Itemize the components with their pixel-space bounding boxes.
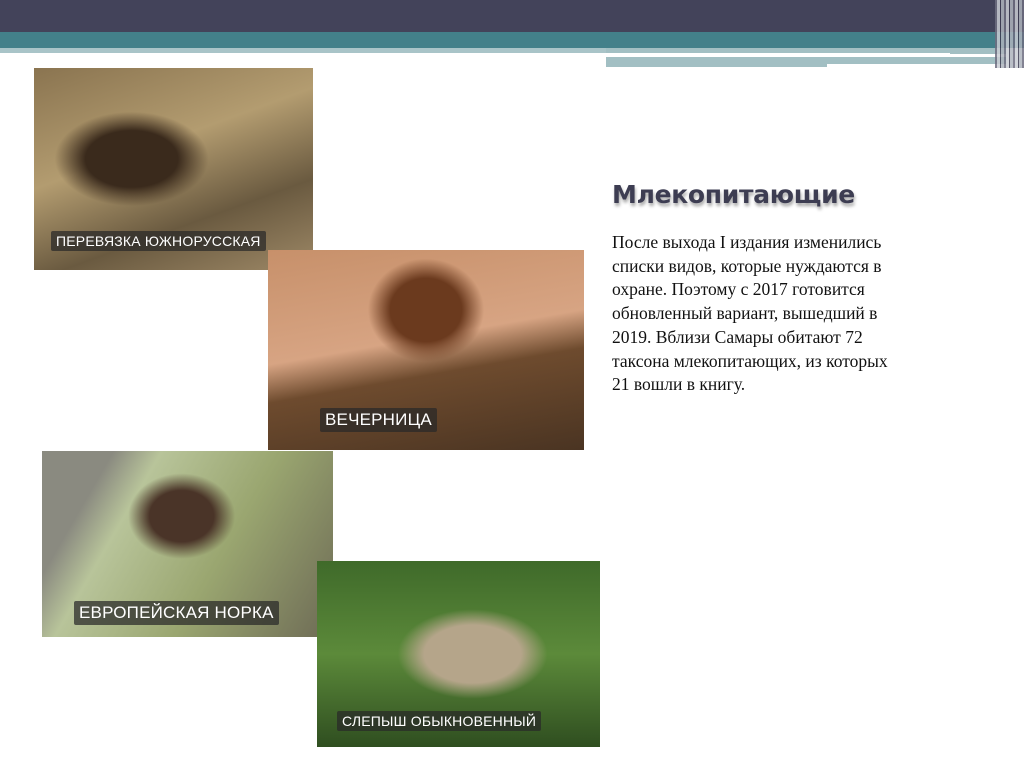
- body-line: списки видов, которые нуждаются в: [612, 255, 882, 276]
- header-dark-band: [0, 0, 1024, 32]
- photo-caption: ПЕРЕВЯЗКА ЮЖНОРУССКАЯ: [51, 231, 266, 251]
- photo-mole-rat: СЛЕПЫШ ОБЫКНОВЕННЫЙ: [317, 561, 600, 747]
- slide-body-text: После выхода I издания изменились списки…: [612, 231, 982, 397]
- photo-caption: ЕВРОПЕЙСКАЯ НОРКА: [74, 601, 279, 625]
- header-stripes: [995, 0, 1024, 68]
- photo-caption: ВЕЧЕРНИЦА: [320, 408, 437, 432]
- body-line: 21 вошли в книгу.: [612, 374, 746, 395]
- photo-marbled-polecat: ПЕРЕВЯЗКА ЮЖНОРУССКАЯ: [34, 68, 313, 270]
- body-line: обновленный вариант, вышедший в: [612, 303, 878, 324]
- header-light-line: [0, 48, 606, 53]
- photo-noctule-bat: ВЕЧЕРНИЦА: [268, 250, 584, 450]
- photo-caption: СЛЕПЫШ ОБЫКНОВЕННЫЙ: [337, 711, 542, 731]
- header-white-line: [827, 64, 1007, 68]
- body-line: 2019. Вблизи Самары обитают 72: [612, 326, 863, 347]
- body-line: охране. Поэтому с 2017 готовится: [612, 279, 865, 300]
- slide-title: Млекопитающие: [612, 180, 855, 209]
- photo-european-mink: ЕВРОПЕЙСКАЯ НОРКА: [42, 451, 333, 637]
- body-line: таксона млекопитающих, из которых: [612, 350, 888, 371]
- body-line: После выхода I издания изменились: [612, 232, 882, 252]
- header-teal-band: [0, 32, 1024, 48]
